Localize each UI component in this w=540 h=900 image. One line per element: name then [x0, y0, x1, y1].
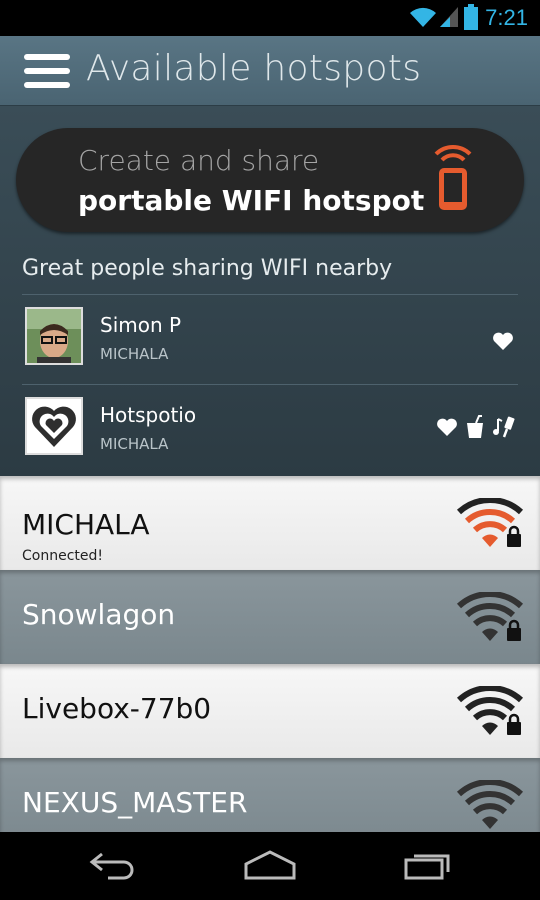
sharer-item[interactable]: Hotspotio MICHALA [22, 385, 518, 475]
wifi-locked-icon [456, 498, 524, 547]
hotspot-name: MICHALA [22, 508, 150, 541]
menu-icon[interactable] [24, 54, 70, 88]
create-card-line2: portable WIFI hotspot [78, 184, 425, 217]
wifi-icon [410, 7, 436, 27]
hotspot-item[interactable]: Snowlagon [0, 570, 540, 664]
navigation-bar [0, 832, 540, 900]
phone-broadcast-icon [434, 144, 472, 210]
drink-icon [467, 415, 483, 438]
hotspot-name: Snowlagon [22, 598, 176, 631]
sharer-name: Hotspotio [100, 403, 197, 427]
heart-icon [437, 418, 457, 436]
heart-icon [493, 332, 513, 350]
amenity-icons [436, 415, 518, 439]
hotspot-item[interactable]: MICHALA Connected! [0, 476, 540, 570]
music-icon [493, 416, 515, 438]
sharing-heading: Great people sharing WIFI nearby [22, 256, 393, 281]
sharer-name: Simon P [100, 313, 182, 337]
hotspot-name: Livebox-77b0 [22, 692, 212, 725]
clock: 7:21 [485, 5, 528, 30]
page-title: Available hotspots [86, 48, 422, 89]
status-bar: 7:21 [0, 0, 540, 36]
create-hotspot-button[interactable]: Create and share portable WIFI hotspot [16, 128, 524, 232]
hotspot-status: Connected! [22, 548, 103, 564]
sharer-item[interactable]: Simon P MICHALA [22, 295, 518, 385]
sharing-panel: Create and share portable WIFI hotspot G… [0, 106, 540, 476]
create-card-line1: Create and share [78, 144, 320, 177]
recents-icon[interactable] [402, 850, 454, 880]
sharer-network: MICHALA [100, 345, 169, 363]
avatar [25, 397, 83, 455]
hotspot-item[interactable]: Livebox-77b0 [0, 664, 540, 758]
wifi-icon [456, 780, 524, 829]
home-icon[interactable] [242, 850, 298, 880]
signal-icon [440, 7, 458, 27]
battery-icon [464, 4, 478, 30]
app-bar: Available hotspots [0, 36, 540, 106]
wifi-locked-icon [456, 686, 524, 735]
wifi-locked-icon [456, 592, 524, 641]
hotspot-name: NEXUS_MASTER [22, 786, 248, 819]
sharer-network: MICHALA [100, 435, 169, 453]
back-icon[interactable] [88, 850, 138, 880]
avatar [25, 307, 83, 365]
